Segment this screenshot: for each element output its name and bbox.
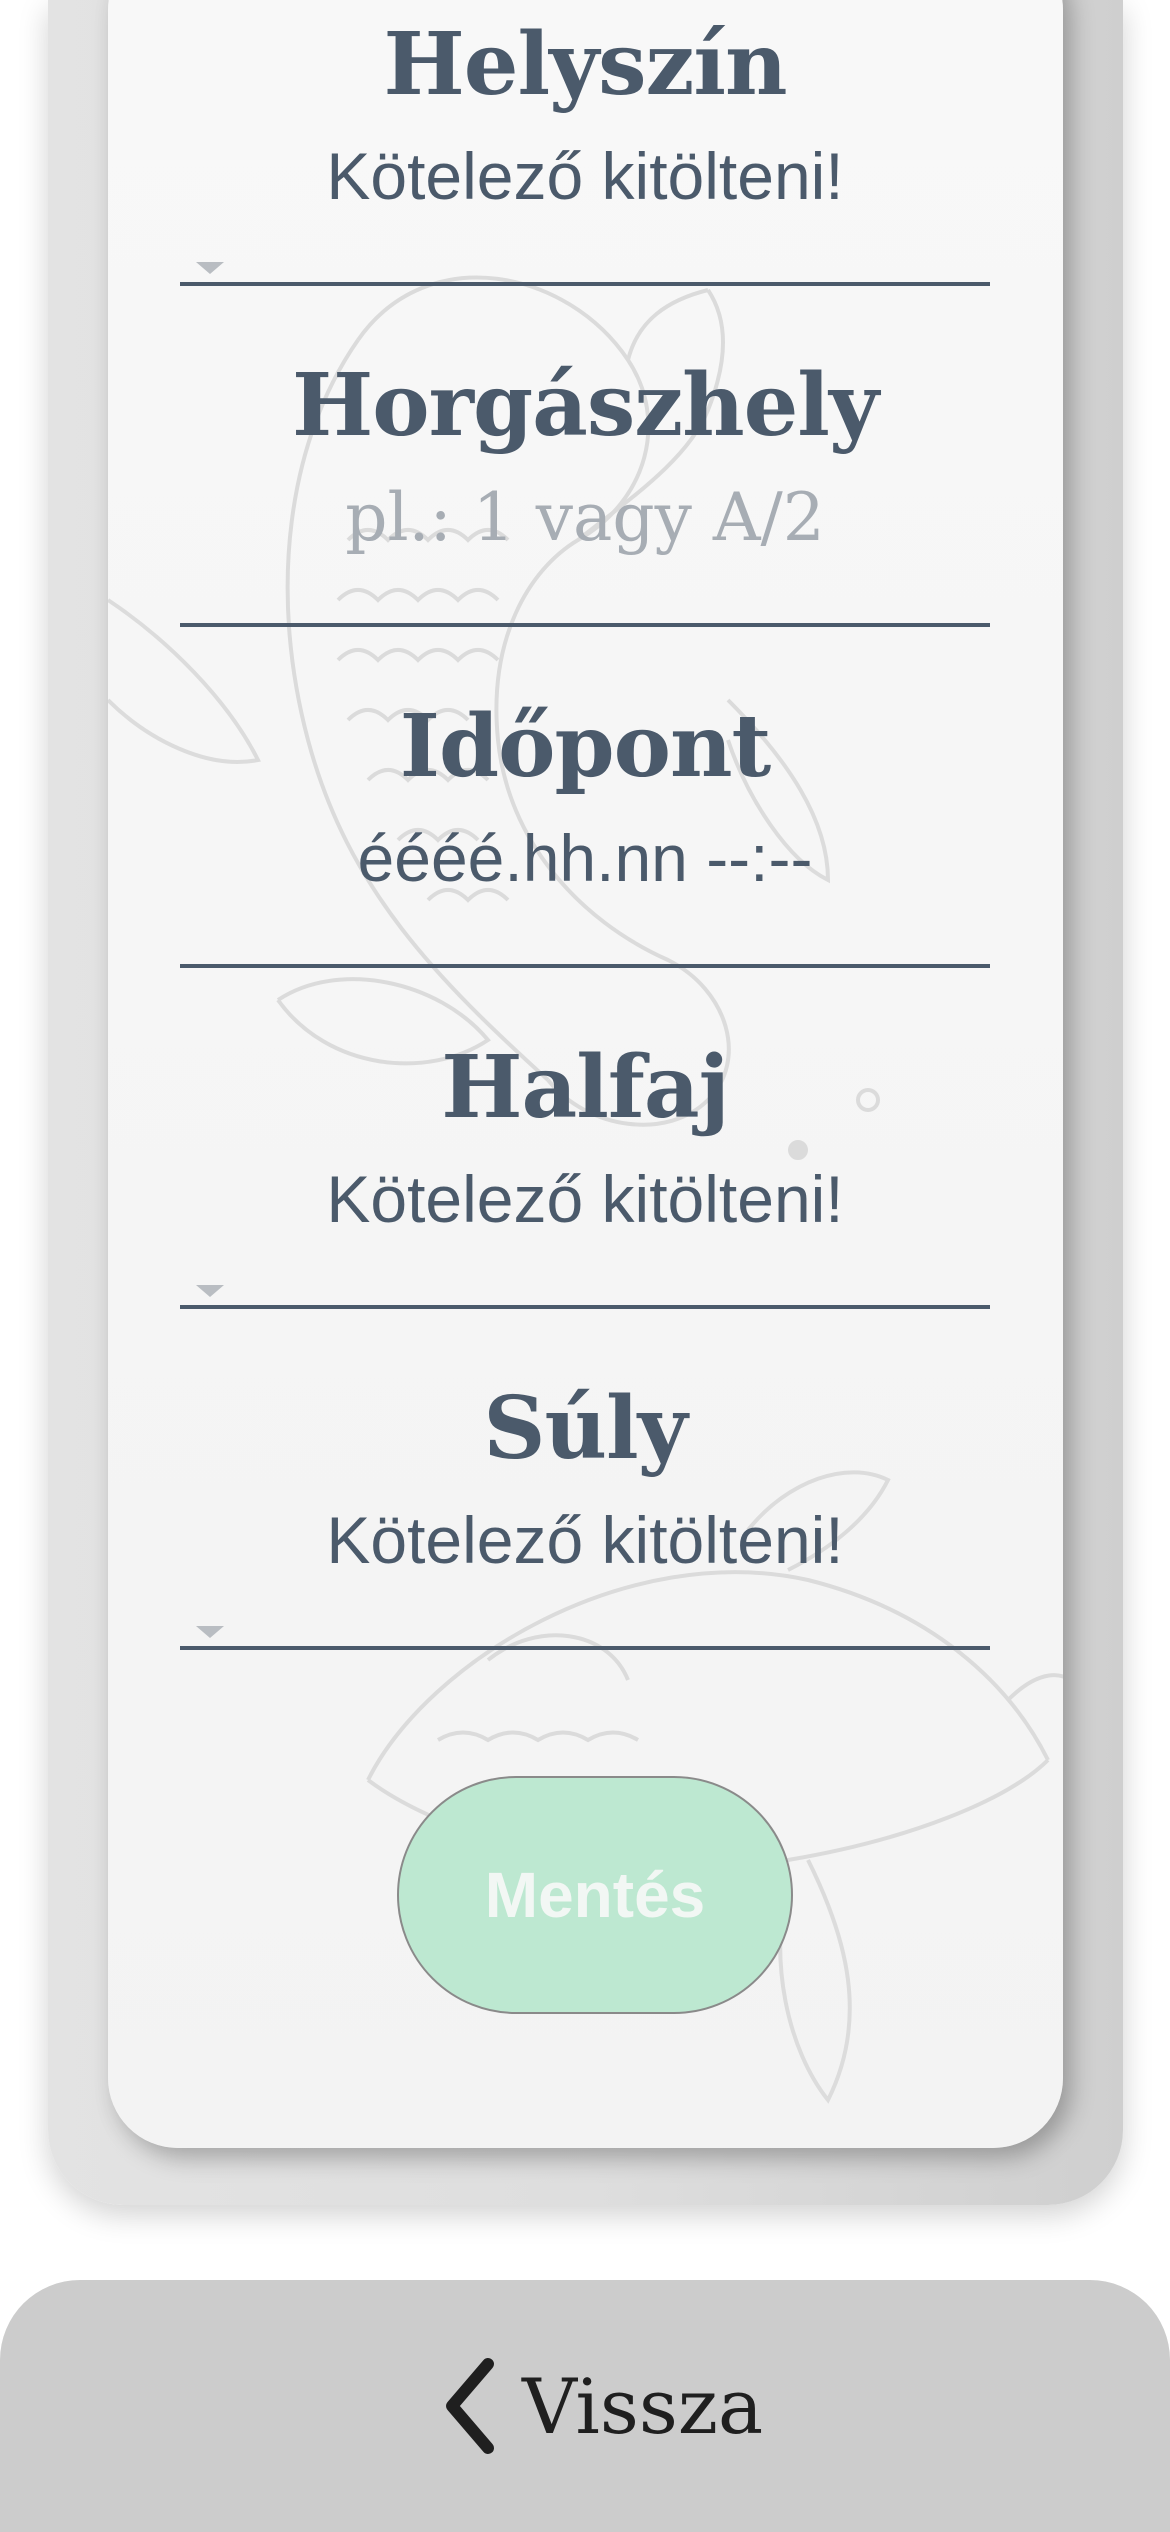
- datetime-field[interactable]: Időpont éééé.hh.nn --:--: [180, 696, 990, 996]
- bottom-navigation-bar: Vissza: [0, 2280, 1170, 2532]
- fish-species-field[interactable]: Halfaj Kötelező kitölteni!: [180, 1037, 990, 1337]
- fishing-spot-label: Horgászhely: [292, 355, 879, 456]
- location-underline: [180, 282, 990, 286]
- fish-species-select-value[interactable]: Kötelező kitölteni!: [180, 1161, 990, 1237]
- weight-label: Súly: [483, 1378, 687, 1479]
- save-button[interactable]: Mentés: [397, 1776, 793, 2014]
- location-select-value[interactable]: Kötelező kitölteni!: [180, 138, 990, 214]
- back-label: Vissza: [522, 2361, 764, 2451]
- caret-down-icon: [196, 1285, 224, 1297]
- fishing-spot-underline: [180, 623, 990, 627]
- weight-field[interactable]: Súly Kötelező kitölteni!: [180, 1378, 990, 1678]
- weight-select-value[interactable]: Kötelező kitölteni!: [180, 1502, 990, 1578]
- fish-species-label: Halfaj: [441, 1037, 729, 1138]
- location-field[interactable]: Helyszín Kötelező kitölteni!: [180, 14, 990, 314]
- weight-underline: [180, 1646, 990, 1650]
- caret-down-icon: [196, 1626, 224, 1638]
- location-label: Helyszín: [383, 14, 787, 115]
- datetime-input[interactable]: éééé.hh.nn --:--: [180, 820, 990, 896]
- save-button-label: Mentés: [484, 1859, 706, 1931]
- datetime-label: Időpont: [399, 696, 771, 797]
- chevron-left-icon: [446, 2358, 494, 2454]
- fishing-spot-input[interactable]: pl.: 1 vagy A/2: [180, 479, 990, 556]
- fishing-spot-field[interactable]: Horgászhely pl.: 1 vagy A/2: [180, 355, 990, 655]
- datetime-underline: [180, 964, 990, 968]
- back-button[interactable]: Vissza: [440, 2346, 763, 2466]
- caret-down-icon: [196, 262, 224, 274]
- fish-species-underline: [180, 1305, 990, 1309]
- catch-form-card: Helyszín Kötelező kitölteni! Horgászhely…: [108, 0, 1063, 2148]
